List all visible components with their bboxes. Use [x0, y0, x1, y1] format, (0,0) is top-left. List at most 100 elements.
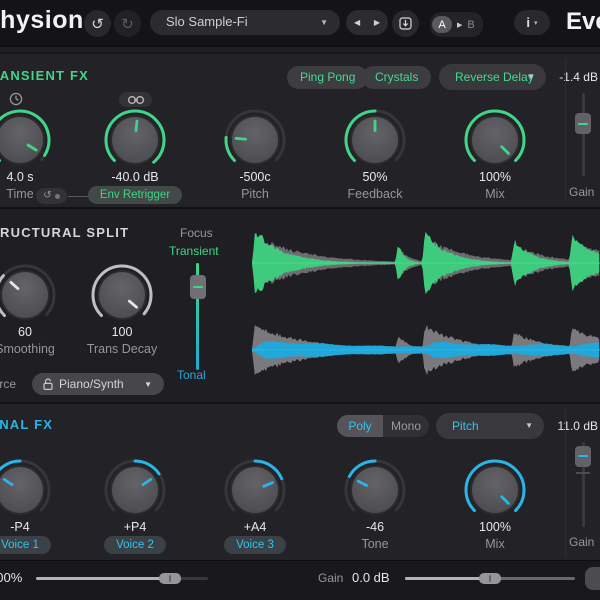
ab-copy-icon[interactable]: ▶: [457, 21, 462, 29]
knob-value: 100%: [479, 170, 511, 184]
global-gain-slider-handle[interactable]: [479, 573, 501, 584]
knob-dial: [221, 106, 289, 174]
knob-label: Feedback: [348, 187, 403, 201]
knob-value: 60: [18, 325, 32, 339]
clock-icon: [9, 92, 23, 106]
transient-effect-value: Reverse Delay: [455, 64, 534, 90]
physion-plugin-window: Physion ↺ ↻ Slo Sample-Fi ▼ ◀ ▶ A ▶ B: [0, 0, 600, 600]
tonal-gain-slider-zero-tick: [576, 472, 590, 474]
knob-label: Trans Decay: [87, 342, 157, 356]
transient-effect-dropdown[interactable]: Reverse Delay ▼: [439, 64, 546, 90]
transient-knob-pitch[interactable]: -500cPitch: [195, 106, 315, 201]
transient-gain-slider-handle-mark: [578, 123, 588, 125]
knob-value: -46: [366, 520, 384, 534]
global-gain-value: 0.0 dB: [352, 570, 390, 585]
corner-button[interactable]: [585, 567, 600, 590]
transient-fx-title: TRANSIENT FX: [0, 68, 89, 83]
transient-knob-time[interactable]: 4.0 sTime: [0, 106, 80, 201]
info-button[interactable]: i ▾: [514, 10, 550, 35]
tonal-gain-slider-handle-mark: [578, 455, 588, 457]
structural-knob-trans-decay[interactable]: 100Trans Decay: [62, 261, 182, 356]
next-preset-button[interactable]: ▶: [374, 18, 380, 27]
transient-gain-value: -1.4 dB: [548, 70, 598, 84]
tonal-effect-value: Pitch: [452, 413, 479, 439]
tonal-gain-divider: [565, 410, 566, 556]
waveform-display: [252, 214, 600, 400]
knob-value: +A4: [244, 520, 267, 534]
knob-value: +P4: [124, 520, 147, 534]
source-value: Piano/Synth: [59, 377, 124, 391]
focus-transient-label: Transient: [169, 244, 219, 258]
tonal-gain-slider-handle[interactable]: [575, 446, 591, 467]
global-mix-slider-handle[interactable]: [159, 573, 181, 584]
tonal-badge-voice-2[interactable]: Voice 2: [104, 536, 166, 554]
source-dropdown[interactable]: Piano/Synth ▼: [32, 373, 164, 395]
tonal-fx-title: TONAL FX: [0, 417, 53, 432]
link-toggle[interactable]: [119, 92, 152, 107]
tonal-badge-voice-3[interactable]: Voice 3: [224, 536, 286, 554]
prev-preset-button[interactable]: ◀: [354, 18, 360, 27]
tonal-knob-tone[interactable]: -46Tone: [315, 456, 435, 551]
tonal-effect-dropdown[interactable]: Pitch ▼: [436, 413, 544, 439]
preset-prev-next: ◀ ▶: [346, 10, 388, 35]
tonal-knob-voice-2[interactable]: +P4 Voice 2: [75, 456, 195, 554]
undo-button[interactable]: ↺: [84, 10, 111, 37]
link-icon: [126, 95, 146, 105]
knob-dial: [0, 456, 54, 524]
tonal-badge-voice-1[interactable]: Voice 1: [0, 536, 51, 554]
structural-split-title: STRUCTURAL SPLIT: [0, 225, 129, 240]
knob-dial: [88, 261, 156, 329]
ab-slot-a-button[interactable]: A: [432, 16, 452, 33]
save-icon: [399, 17, 412, 30]
chevron-down-icon: ▼: [144, 380, 152, 389]
transient-knob-mix[interactable]: 100% Mix: [435, 106, 555, 201]
crystals-button[interactable]: Crystals: [362, 66, 431, 89]
ping-pong-button[interactable]: Ping Pong: [287, 66, 368, 89]
transient-gain-slider-track[interactable]: [582, 93, 585, 176]
knob-label: Smoothing: [0, 342, 55, 356]
global-mix-slider-handle-notch: [169, 575, 171, 582]
global-mix-slider-fill: [36, 577, 170, 580]
knob-dial: [461, 106, 529, 174]
global-gain-slider-fill: [405, 577, 490, 580]
knob-dial: [101, 106, 169, 174]
physion-logo: Physion: [0, 6, 84, 35]
knob-value: 4.0 s: [6, 170, 33, 184]
transient-badge-env-threshold[interactable]: Env Retrigger: [88, 186, 182, 204]
source-label: Source: [0, 377, 16, 391]
knob-dial: [461, 456, 529, 524]
knob-label: Mix: [485, 187, 504, 201]
knob-dial: [341, 106, 409, 174]
global-gain-label: Gain: [318, 571, 343, 585]
focus-handle-mark: [193, 286, 203, 288]
save-preset-button[interactable]: [392, 10, 419, 37]
tonal-gain-label: Gain: [569, 535, 594, 549]
global-mix-value: 100%: [0, 570, 22, 585]
bottom-bar: [0, 560, 600, 600]
transient-gain-divider: [565, 60, 566, 202]
title-bar: Physion ↺ ↻ Slo Sample-Fi ▼ ◀ ▶ A ▶ B: [0, 0, 600, 47]
transient-gain-slider-handle[interactable]: [575, 113, 591, 134]
knob-value: -40.0 dB: [111, 170, 158, 184]
knob-dial: [0, 261, 59, 329]
transient-knob-feedback[interactable]: 50%Feedback: [315, 106, 435, 201]
chevron-down-icon: ▼: [320, 18, 328, 27]
preset-selector[interactable]: Slo Sample-Fi ▼: [150, 10, 340, 35]
tonal-knob-voice-1[interactable]: -P4 Voice 1: [0, 456, 80, 554]
ab-slot-b-button[interactable]: B: [467, 19, 474, 31]
tonal-knob-mix[interactable]: 100%Mix: [435, 456, 555, 551]
knob-dial: [0, 106, 54, 174]
ab-compare: A ▶ B: [430, 12, 483, 37]
mono-button[interactable]: Mono: [383, 415, 429, 437]
focus-tonal-label: Tonal: [177, 368, 206, 382]
knob-value: -P4: [10, 520, 29, 534]
knob-dial: [341, 456, 409, 524]
focus-slider-handle[interactable]: [190, 275, 206, 299]
transient-knob-env-threshold[interactable]: -40.0 dB Env Retrigger: [75, 106, 195, 204]
knob-value: -500c: [239, 170, 270, 184]
redo-button[interactable]: ↻: [114, 10, 141, 37]
tonal-knob-voice-3[interactable]: +A4 Voice 3: [195, 456, 315, 554]
poly-button[interactable]: Poly: [337, 415, 383, 437]
knob-dial: [101, 456, 169, 524]
chevron-down-icon: ▼: [525, 413, 533, 439]
